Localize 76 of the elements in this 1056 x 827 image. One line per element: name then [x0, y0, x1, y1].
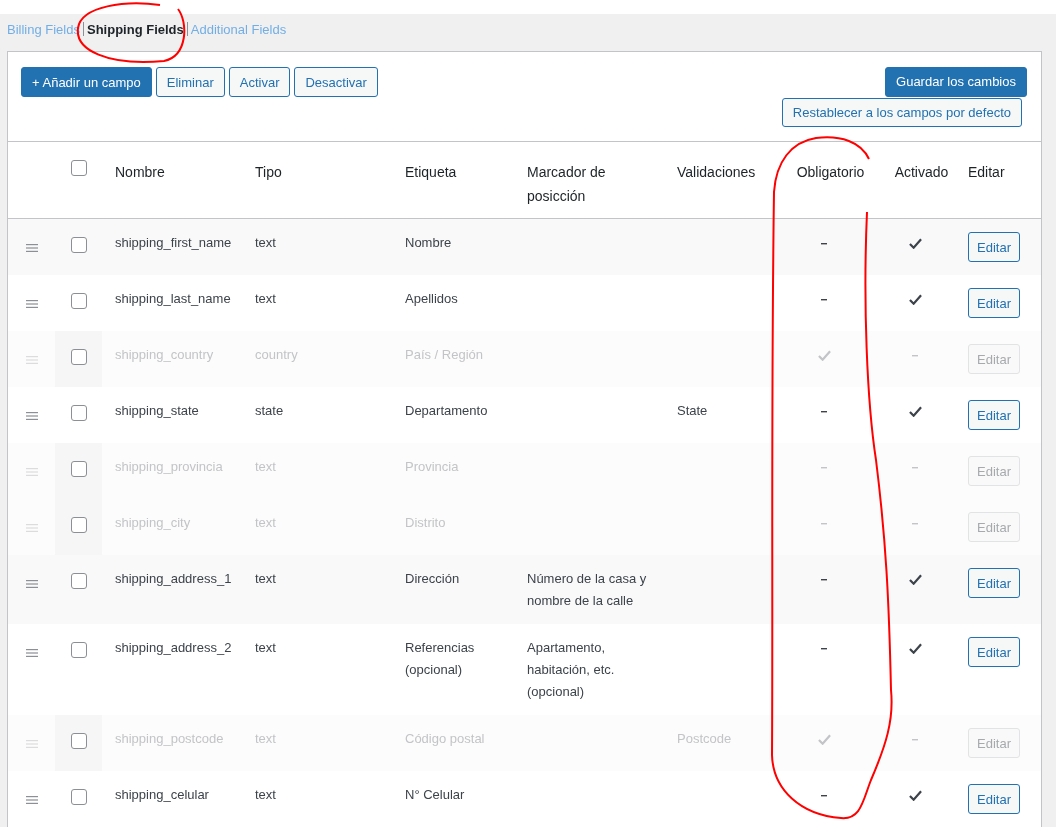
table-cell: N° Celular — [405, 787, 465, 802]
table-cell: State — [677, 403, 708, 418]
drag-handle-icon[interactable] — [25, 795, 38, 804]
table-cell: Código postal — [405, 731, 485, 746]
table-cell: shipping_country — [115, 347, 214, 362]
drag-handle-icon[interactable] — [25, 467, 38, 476]
toolbar-button[interactable]: + Añadir un campo — [21, 67, 152, 97]
drag-handle-icon[interactable] — [25, 299, 38, 308]
column-header: Tipo — [255, 164, 282, 180]
table-cell: text — [255, 515, 276, 530]
table-cell: shipping_state — [115, 403, 199, 418]
table-cell: Apellidos — [405, 291, 458, 306]
table-cell: Número de la casa y nombre de la calle — [527, 571, 647, 608]
toolbar-button[interactable]: Eliminar — [155, 67, 225, 97]
table-cell: Provincia — [405, 459, 459, 474]
table-cell: shipping_address_1 — [115, 571, 232, 586]
drag-handle-icon[interactable] — [25, 648, 38, 657]
table-cell: text — [255, 571, 276, 586]
table-cell: country — [255, 347, 298, 362]
edit-button[interactable]: Editar — [968, 232, 1020, 262]
column-header: Nombre — [115, 164, 165, 180]
table-cell: shipping_provincia — [115, 459, 223, 474]
table-cell: text — [255, 787, 276, 802]
row-checkbox[interactable] — [70, 789, 87, 805]
table-cell: Nombre — [405, 235, 452, 250]
drag-handle-icon[interactable] — [25, 523, 38, 532]
table-cell: state — [255, 403, 284, 418]
edit-button[interactable]: Editar — [968, 568, 1020, 598]
column-header: Marcador de posicción — [527, 164, 606, 204]
table-cell: text — [255, 640, 276, 655]
edit-button[interactable]: Editar — [968, 637, 1020, 667]
table-cell: text — [255, 731, 276, 746]
toolbar-button[interactable]: Restablecer a los campos por defecto — [781, 97, 1022, 127]
tab[interactable]: Shipping Fields — [87, 21, 184, 37]
row-checkbox[interactable] — [70, 517, 87, 533]
table-cell: shipping_postcode — [115, 731, 224, 746]
table-cell: shipping_address_2 — [115, 640, 232, 655]
table-cell: País / Región — [405, 347, 484, 362]
table-cell: Dirección — [405, 571, 460, 586]
column-header: Etiqueta — [405, 164, 457, 180]
table-cell: Referencias (opcional) — [405, 640, 475, 677]
drag-handle-icon[interactable] — [25, 579, 38, 588]
row-checkbox[interactable] — [70, 237, 87, 253]
column-header: Obligatorio — [796, 164, 865, 180]
row-checkbox[interactable] — [70, 733, 87, 749]
edit-button[interactable]: Editar — [968, 784, 1020, 814]
drag-handle-icon[interactable] — [25, 411, 38, 420]
edit-button[interactable]: Editar — [968, 288, 1020, 318]
table-cell: shipping_city — [115, 515, 191, 530]
table-cell: shipping_last_name — [115, 291, 231, 306]
row-checkbox[interactable] — [70, 293, 87, 309]
drag-handle-icon[interactable] — [25, 355, 38, 364]
row-checkbox[interactable] — [70, 573, 87, 589]
table-cell: shipping_first_name — [115, 235, 232, 250]
row-checkbox[interactable] — [70, 349, 87, 365]
row-checkbox[interactable] — [70, 642, 87, 658]
row-checkbox[interactable] — [70, 461, 87, 477]
toolbar-button[interactable]: Activar — [228, 67, 291, 97]
table-cell: shipping_celular — [115, 787, 209, 802]
table-cell: Distrito — [405, 515, 446, 530]
drag-handle-icon[interactable] — [25, 739, 38, 748]
table-cell: text — [255, 291, 276, 306]
table-cell: Postcode — [677, 731, 732, 746]
edit-button[interactable]: Editar — [968, 400, 1020, 430]
row-checkbox[interactable] — [70, 405, 87, 421]
column-header: Editar — [968, 164, 1005, 180]
select-all-checkbox[interactable] — [70, 160, 87, 176]
table-cell: Departamento — [405, 403, 488, 418]
column-header: Validaciones — [677, 164, 756, 180]
table-cell: text — [255, 459, 276, 474]
toolbar-button[interactable]: Desactivar — [294, 67, 378, 97]
drag-handle-icon[interactable] — [25, 243, 38, 252]
toolbar-button[interactable]: Guardar los cambios — [885, 67, 1027, 97]
table-cell: text — [255, 235, 276, 250]
table-cell: Apartamento, habitación, etc. (opcional) — [527, 640, 615, 699]
column-header: Activado — [894, 164, 949, 180]
